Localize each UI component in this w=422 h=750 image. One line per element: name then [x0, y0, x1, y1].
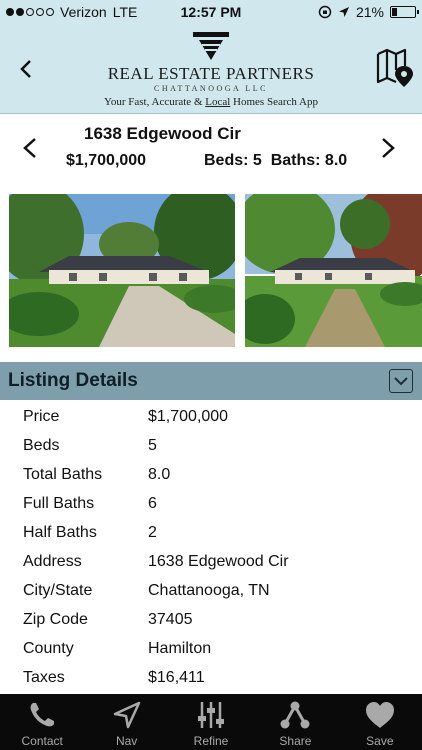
detail-row-zip-code: Zip Code 37405 — [0, 605, 422, 634]
property-photo[interactable] — [245, 194, 422, 347]
share-icon — [280, 701, 310, 729]
chevron-right-icon — [382, 138, 395, 158]
app-header: REAL ESTATE PARTNERS CHATTANOOGA LLC You… — [0, 24, 422, 114]
chevron-left-icon — [23, 138, 36, 158]
navigation-arrow-icon — [113, 701, 140, 729]
detail-row-half-baths: Half Baths 2 — [0, 518, 422, 547]
detail-value: 5 — [148, 436, 157, 454]
detail-value: 6 — [148, 494, 157, 512]
detail-row-city-state: City/State Chattanooga, TN — [0, 576, 422, 605]
brand-logo: REAL ESTATE PARTNERS CHATTANOOGA LLC You… — [80, 32, 342, 108]
tab-label: Nav — [115, 734, 138, 748]
battery-percent: 21% — [355, 4, 384, 20]
detail-row-full-baths: Full Baths 6 — [0, 489, 422, 518]
photo-carousel[interactable] — [0, 194, 422, 347]
property-beds-baths: Beds: 5 Baths: 8.0 — [204, 152, 348, 169]
previous-listing-button[interactable] — [20, 136, 44, 160]
back-button[interactable] — [14, 54, 38, 84]
tab-label: Save — [366, 734, 394, 748]
detail-row-county: County Hamilton — [0, 634, 422, 663]
battery-icon — [390, 6, 419, 18]
brand-sub: CHATTANOOGA LLC — [154, 84, 268, 93]
detail-label: Taxes — [23, 668, 65, 686]
tab-nav[interactable]: Nav — [84, 694, 168, 750]
tab-refine[interactable]: Refine — [169, 694, 253, 750]
logo-mark-icon — [193, 32, 229, 60]
collapse-toggle-button[interactable] — [389, 369, 413, 393]
detail-value: 8.0 — [148, 465, 171, 483]
detail-row-address: Address 1638 Edgewood Cir — [0, 547, 422, 576]
tab-save[interactable]: Save — [338, 694, 422, 750]
property-address: 1638 Edgewood Cir — [84, 124, 241, 143]
listing-details-header[interactable]: Listing Details — [0, 362, 422, 400]
brand-tagline: Your Fast, Accurate & Local Homes Search… — [104, 96, 318, 108]
status-bar: Verizon LTE 12:57 PM 21% — [0, 0, 422, 24]
bottom-tab-bar: Contact Nav Refine Share Save — [0, 694, 422, 750]
tab-contact[interactable]: Contact — [0, 694, 84, 750]
detail-label: Half Baths — [23, 523, 97, 541]
detail-label: Beds — [23, 436, 60, 454]
detail-label: City/State — [23, 581, 93, 599]
map-button[interactable] — [376, 48, 414, 88]
detail-row-beds: Beds 5 — [0, 431, 422, 460]
brand-name: REAL ESTATE PARTNERS — [107, 64, 315, 83]
detail-value: Chattanooga, TN — [148, 581, 270, 599]
detail-label: Full Baths — [23, 494, 95, 512]
sliders-icon — [198, 702, 225, 728]
detail-value: 2 — [148, 523, 157, 541]
detail-row-taxes: Taxes $16,411 — [0, 663, 422, 692]
map-pin-icon — [376, 48, 413, 87]
detail-label: County — [23, 639, 74, 657]
next-listing-button[interactable] — [378, 136, 402, 160]
orientation-lock-icon — [318, 5, 332, 19]
chevron-left-icon — [20, 60, 31, 78]
listing-details-list: Price $1,700,000 Beds 5 Total Baths 8.0 Ful… — [0, 402, 422, 692]
detail-value: Hamilton — [148, 639, 212, 657]
tab-label: Share — [279, 734, 312, 748]
property-summary: 1638 Edgewood Cir $1,700,000 Beds: 5 Bat… — [0, 114, 422, 194]
status-right: 21% — [318, 4, 419, 20]
tab-label: Refine — [193, 734, 229, 748]
detail-row-total-baths: Total Baths 8.0 — [0, 460, 422, 489]
listing-details-title: Listing Details — [8, 370, 138, 391]
location-arrow-icon — [338, 7, 349, 17]
detail-label: Zip Code — [23, 610, 88, 628]
detail-value: $16,411 — [148, 668, 205, 686]
tab-label: Contact — [21, 734, 63, 748]
detail-label: Address — [23, 552, 82, 570]
property-photo[interactable] — [9, 194, 235, 347]
property-price: $1,700,000 — [66, 152, 147, 169]
phone-icon — [30, 703, 55, 727]
detail-value: 37405 — [148, 610, 193, 628]
heart-icon — [365, 702, 394, 728]
detail-label: Total Baths — [23, 465, 103, 483]
tab-share[interactable]: Share — [253, 694, 337, 750]
detail-value: 1638 Edgewood Cir — [148, 552, 289, 570]
detail-value: $1,700,000 — [148, 407, 229, 425]
chevron-down-icon — [394, 377, 408, 386]
detail-row-price: Price $1,700,000 — [0, 402, 422, 431]
detail-label: Price — [23, 407, 60, 425]
